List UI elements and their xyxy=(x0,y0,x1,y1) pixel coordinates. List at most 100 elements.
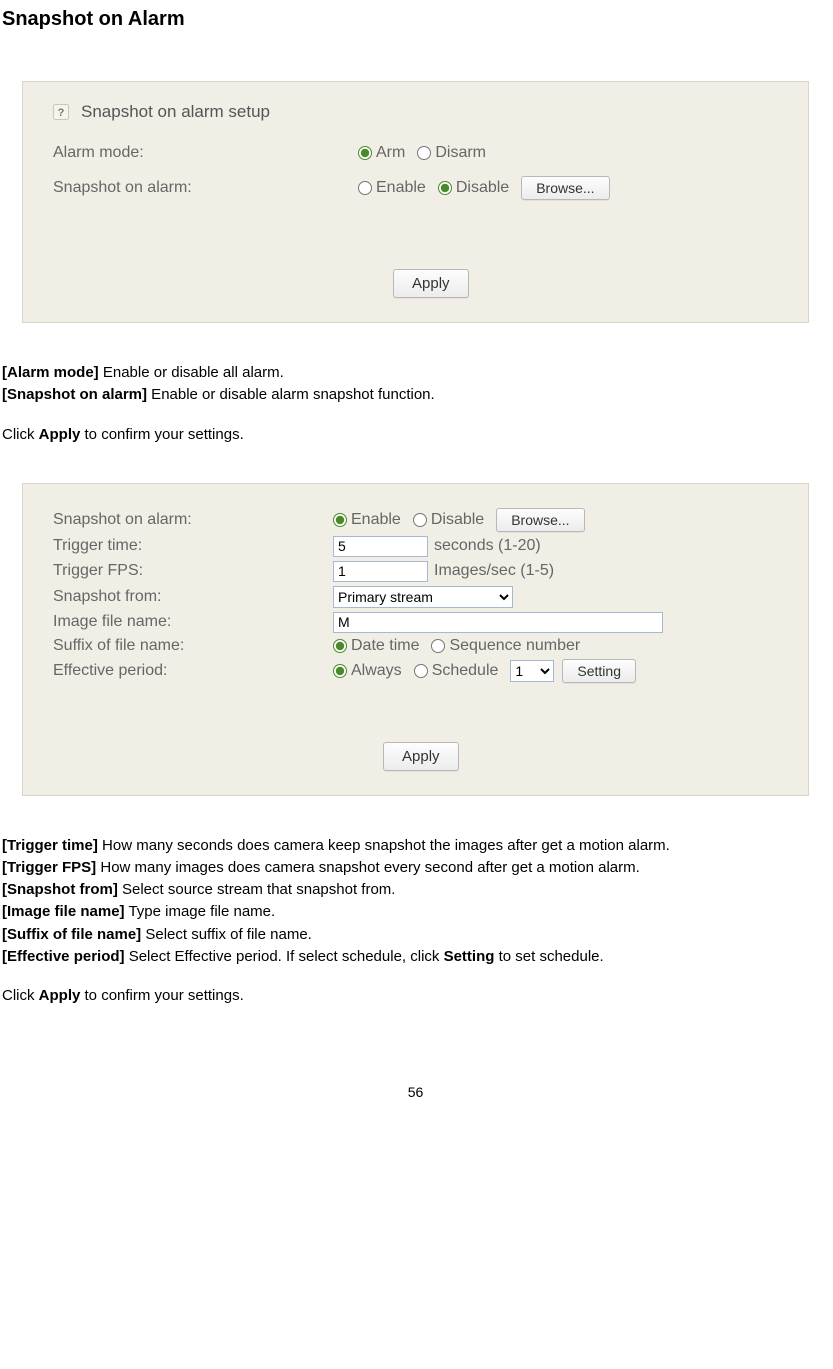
desc-trigger-time: [Trigger time] How many seconds does cam… xyxy=(2,836,829,856)
desc-effective-lead: [Effective period] xyxy=(2,948,125,965)
browse-button-2[interactable]: Browse... xyxy=(496,508,584,532)
radio-datetime-label: Date time xyxy=(351,637,419,655)
confirm-line-2: Click Apply to confirm your settings. xyxy=(2,987,829,1004)
desc-trigger-fps-lead: [Trigger FPS] xyxy=(2,859,96,876)
row-snapshot-from: Snapshot from: Primary stream xyxy=(53,586,788,608)
image-file-name-input[interactable] xyxy=(333,612,663,633)
desc-trigger-time-lead: [Trigger time] xyxy=(2,837,98,854)
radio-arm[interactable]: Arm xyxy=(358,144,405,162)
row-image-file-name: Image file name: xyxy=(53,612,788,633)
row-trigger-time: Trigger time: seconds (1-20) xyxy=(53,536,788,557)
setting-button[interactable]: Setting xyxy=(562,659,636,683)
panel-header-text: Snapshot on alarm setup xyxy=(81,102,270,122)
radio-enable-2-input[interactable] xyxy=(333,513,347,527)
label-snapshot-from: Snapshot from: xyxy=(53,588,333,606)
radio-disable-1-label: Disable xyxy=(456,179,509,197)
desc-suffix-lead: [Suffix of file name] xyxy=(2,926,141,943)
row-alarm-mode: Alarm mode: Arm Disarm xyxy=(53,144,788,162)
confirm1-pre: Click xyxy=(2,426,39,443)
desc-image-file-name-lead: [Image file name] xyxy=(2,903,125,920)
row-suffix: Suffix of file name: Date time Sequence … xyxy=(53,637,788,655)
radio-sequence[interactable]: Sequence number xyxy=(431,637,580,655)
confirm2-pre: Click xyxy=(2,987,39,1004)
radio-datetime[interactable]: Date time xyxy=(333,637,419,655)
browse-button-1[interactable]: Browse... xyxy=(521,176,609,200)
desc-image-file-name-body: Type image file name. xyxy=(125,903,276,920)
confirm1-strong: Apply xyxy=(39,426,81,443)
desc-alarm-mode-body: Enable or disable all alarm. xyxy=(99,364,284,381)
desc-suffix-body: Select suffix of file name. xyxy=(141,926,312,943)
desc-suffix: [Suffix of file name] Select suffix of f… xyxy=(2,925,829,945)
label-snapshot-on-alarm-2: Snapshot on alarm: xyxy=(53,511,333,529)
radio-disable-2[interactable]: Disable xyxy=(413,511,484,529)
radio-disable-2-label: Disable xyxy=(431,511,484,529)
radio-arm-input[interactable] xyxy=(358,146,372,160)
row-trigger-fps: Trigger FPS: Images/sec (1-5) xyxy=(53,561,788,582)
radio-schedule-label: Schedule xyxy=(432,662,499,680)
trigger-time-input[interactable] xyxy=(333,536,428,557)
apply-button-1[interactable]: Apply xyxy=(393,269,469,298)
desc-snapshot-body: Enable or disable alarm snapshot functio… xyxy=(147,386,435,403)
label-effective-period: Effective period: xyxy=(53,662,333,680)
radio-schedule[interactable]: Schedule xyxy=(414,662,499,680)
radio-arm-label: Arm xyxy=(376,144,405,162)
row-snapshot-on-alarm-2: Snapshot on alarm: Enable Disable Browse… xyxy=(53,508,788,532)
radio-enable-2-label: Enable xyxy=(351,511,401,529)
description-block-2: [Trigger time] How many seconds does cam… xyxy=(2,836,829,968)
panel-header: ? Snapshot on alarm setup xyxy=(53,102,788,122)
desc-snapshot-from-lead: [Snapshot from] xyxy=(2,881,118,898)
desc-image-file-name: [Image file name] Type image file name. xyxy=(2,902,829,922)
panel-snapshot-setup: ? Snapshot on alarm setup Alarm mode: Ar… xyxy=(22,81,809,323)
radio-enable-1-input[interactable] xyxy=(358,181,372,195)
radio-disable-2-input[interactable] xyxy=(413,513,427,527)
radio-disable-1-input[interactable] xyxy=(438,181,452,195)
radio-disable-1[interactable]: Disable xyxy=(438,179,509,197)
confirm2-post: to confirm your settings. xyxy=(80,987,243,1004)
radio-sequence-input[interactable] xyxy=(431,639,445,653)
page-title: Snapshot on Alarm xyxy=(2,8,829,31)
trigger-fps-after: Images/sec (1-5) xyxy=(434,562,554,580)
desc-trigger-fps: [Trigger FPS] How many images does camer… xyxy=(2,858,829,878)
desc-snapshot-from: [Snapshot from] Select source stream tha… xyxy=(2,880,829,900)
label-trigger-time: Trigger time: xyxy=(53,537,333,555)
desc-effective-setting: Setting xyxy=(444,948,495,965)
desc-trigger-fps-body: How many images does camera snapshot eve… xyxy=(96,859,640,876)
radio-always[interactable]: Always xyxy=(333,662,402,680)
help-icon: ? xyxy=(53,104,69,120)
label-snapshot-on-alarm: Snapshot on alarm: xyxy=(53,179,358,197)
trigger-fps-input[interactable] xyxy=(333,561,428,582)
schedule-select[interactable]: 1 xyxy=(510,660,554,682)
label-alarm-mode: Alarm mode: xyxy=(53,144,358,162)
desc-effective-period: [Effective period] Select Effective peri… xyxy=(2,947,829,967)
description-block-1: [Alarm mode] Enable or disable all alarm… xyxy=(2,363,829,406)
confirm1-post: to confirm your settings. xyxy=(80,426,243,443)
svg-text:?: ? xyxy=(58,107,65,119)
confirm-line-1: Click Apply to confirm your settings. xyxy=(2,426,829,443)
label-suffix: Suffix of file name: xyxy=(53,637,333,655)
radio-disarm-label: Disarm xyxy=(435,144,486,162)
desc-snapshot-lead: [Snapshot on alarm] xyxy=(2,386,147,403)
desc-alarm-mode: [Alarm mode] Enable or disable all alarm… xyxy=(2,363,829,383)
radio-disarm[interactable]: Disarm xyxy=(417,144,486,162)
radio-enable-1-label: Enable xyxy=(376,179,426,197)
radio-disarm-input[interactable] xyxy=(417,146,431,160)
row-snapshot-on-alarm: Snapshot on alarm: Enable Disable Browse… xyxy=(53,176,788,200)
desc-trigger-time-body: How many seconds does camera keep snapsh… xyxy=(98,837,670,854)
radio-enable-1[interactable]: Enable xyxy=(358,179,426,197)
desc-snapshot-on-alarm: [Snapshot on alarm] Enable or disable al… xyxy=(2,385,829,405)
radio-enable-2[interactable]: Enable xyxy=(333,511,401,529)
snapshot-from-select[interactable]: Primary stream xyxy=(333,586,513,608)
desc-alarm-mode-lead: [Alarm mode] xyxy=(2,364,99,381)
apply-button-2[interactable]: Apply xyxy=(383,742,459,771)
radio-always-input[interactable] xyxy=(333,664,347,678)
label-trigger-fps: Trigger FPS: xyxy=(53,562,333,580)
panel-snapshot-detail: Snapshot on alarm: Enable Disable Browse… xyxy=(22,483,809,796)
desc-effective-body: Select Effective period. If select sched… xyxy=(125,948,444,965)
radio-sequence-label: Sequence number xyxy=(449,637,580,655)
desc-effective-tail: to set schedule. xyxy=(494,948,603,965)
page-number: 56 xyxy=(2,1084,829,1100)
radio-schedule-input[interactable] xyxy=(414,664,428,678)
confirm2-strong: Apply xyxy=(39,987,81,1004)
radio-always-label: Always xyxy=(351,662,402,680)
radio-datetime-input[interactable] xyxy=(333,639,347,653)
